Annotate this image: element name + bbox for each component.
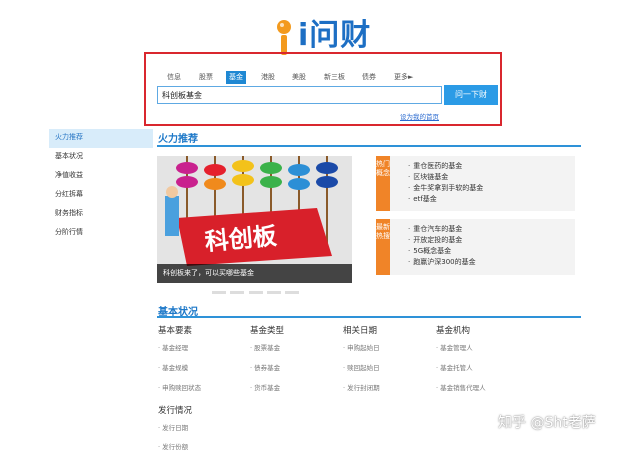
- link-money-fund[interactable]: 货币基金: [250, 382, 280, 392]
- link-issue-date[interactable]: 发行日期: [158, 422, 188, 432]
- nav-item-recommend[interactable]: 火力推荐: [49, 129, 153, 148]
- link-closed-period[interactable]: 发行封闭期: [343, 382, 380, 392]
- basic-divider: [157, 316, 581, 318]
- link-fund-custodian[interactable]: 基金托管人: [436, 362, 473, 372]
- carousel-dot[interactable]: [230, 291, 244, 294]
- tab-bonds[interactable]: 债券: [359, 71, 379, 84]
- column-head-institutions: 基金机构: [436, 326, 471, 336]
- nav-item-stage-quotes[interactable]: 分阶行情: [49, 224, 153, 243]
- column-head-dates: 相关日期: [343, 326, 378, 336]
- nav-item-nav-returns[interactable]: 净值收益: [49, 167, 153, 186]
- list-item[interactable]: 跑赢沪深300的基金: [408, 257, 575, 268]
- list-item[interactable]: 开放定投的基金: [408, 235, 575, 246]
- link-fund-size[interactable]: 基金规模: [158, 362, 188, 372]
- link-fund-administrator[interactable]: 基金管理人: [436, 342, 473, 352]
- list-item[interactable]: 金牛奖拿到手软的基金: [408, 183, 575, 194]
- nav-item-dividends[interactable]: 分红拆幕: [49, 186, 153, 205]
- tab-news[interactable]: 信息: [164, 71, 184, 84]
- latest-searches-label: 最新热搜: [376, 219, 390, 275]
- link-stock-fund[interactable]: 股票基金: [250, 342, 280, 352]
- recommend-section-title: 火力推荐: [158, 134, 198, 145]
- tab-neeq[interactable]: 新三板: [321, 71, 348, 84]
- tab-more[interactable]: 更多►: [391, 71, 416, 84]
- search-button[interactable]: 问一下财: [444, 85, 498, 105]
- column-head-fund-types: 基金类型: [250, 326, 285, 336]
- column-head-elements: 基本要素: [158, 326, 193, 336]
- list-item[interactable]: 区块链基金: [408, 172, 575, 183]
- hot-concepts-label: 热门概念: [376, 156, 390, 211]
- recommend-divider: [157, 145, 581, 147]
- carousel-dot[interactable]: [249, 291, 263, 294]
- nav-item-basic[interactable]: 基本状况: [49, 148, 153, 167]
- nav-item-financials[interactable]: 财务指标: [49, 205, 153, 224]
- column-head-issue: 发行情况: [158, 406, 193, 416]
- list-item[interactable]: 5G概念基金: [408, 246, 575, 257]
- banner-caption[interactable]: 科创板来了，可以买哪些基金: [157, 264, 352, 283]
- tab-us-stocks[interactable]: 美股: [289, 71, 309, 84]
- list-item[interactable]: 重仓医药的基金: [408, 161, 575, 172]
- hot-concepts-list: 重仓医药的基金 区块链基金 金牛奖拿到手软的基金 etf基金: [390, 156, 575, 211]
- latest-searches-list: 重仓汽车的基金 开放定投的基金 5G概念基金 跑赢沪深300的基金: [390, 219, 575, 275]
- link-sales-agent[interactable]: 基金销售代理人: [436, 382, 486, 392]
- carousel-dot[interactable]: [285, 291, 299, 294]
- link-subscription-status[interactable]: 申购赎回状态: [158, 382, 201, 392]
- left-nav: 火力推荐 基本状况 净值收益 分红拆幕 财务指标 分阶行情: [49, 129, 153, 243]
- logo-text: i问财: [298, 18, 372, 53]
- search-input[interactable]: [157, 86, 442, 104]
- link-fund-manager[interactable]: 基金经理: [158, 342, 188, 352]
- link-redemption-start[interactable]: 赎回起始日: [343, 362, 380, 372]
- link-bond-fund[interactable]: 债券基金: [250, 362, 280, 372]
- list-item[interactable]: etf基金: [408, 194, 575, 205]
- link-issue-shares[interactable]: 发行份额: [158, 441, 188, 451]
- list-item[interactable]: 重仓汽车的基金: [408, 224, 575, 235]
- tab-funds[interactable]: 基金: [226, 71, 246, 84]
- set-homepage-link[interactable]: 设为我的首页: [400, 111, 439, 121]
- zhihu-watermark: 知乎 @Sht老萨: [498, 415, 596, 431]
- carousel-dot[interactable]: [267, 291, 281, 294]
- tab-stocks[interactable]: 股票: [196, 71, 216, 84]
- link-subscription-start[interactable]: 申购起始日: [343, 342, 380, 352]
- tab-hk-stocks[interactable]: 港股: [258, 71, 278, 84]
- carousel-dot[interactable]: [212, 291, 226, 294]
